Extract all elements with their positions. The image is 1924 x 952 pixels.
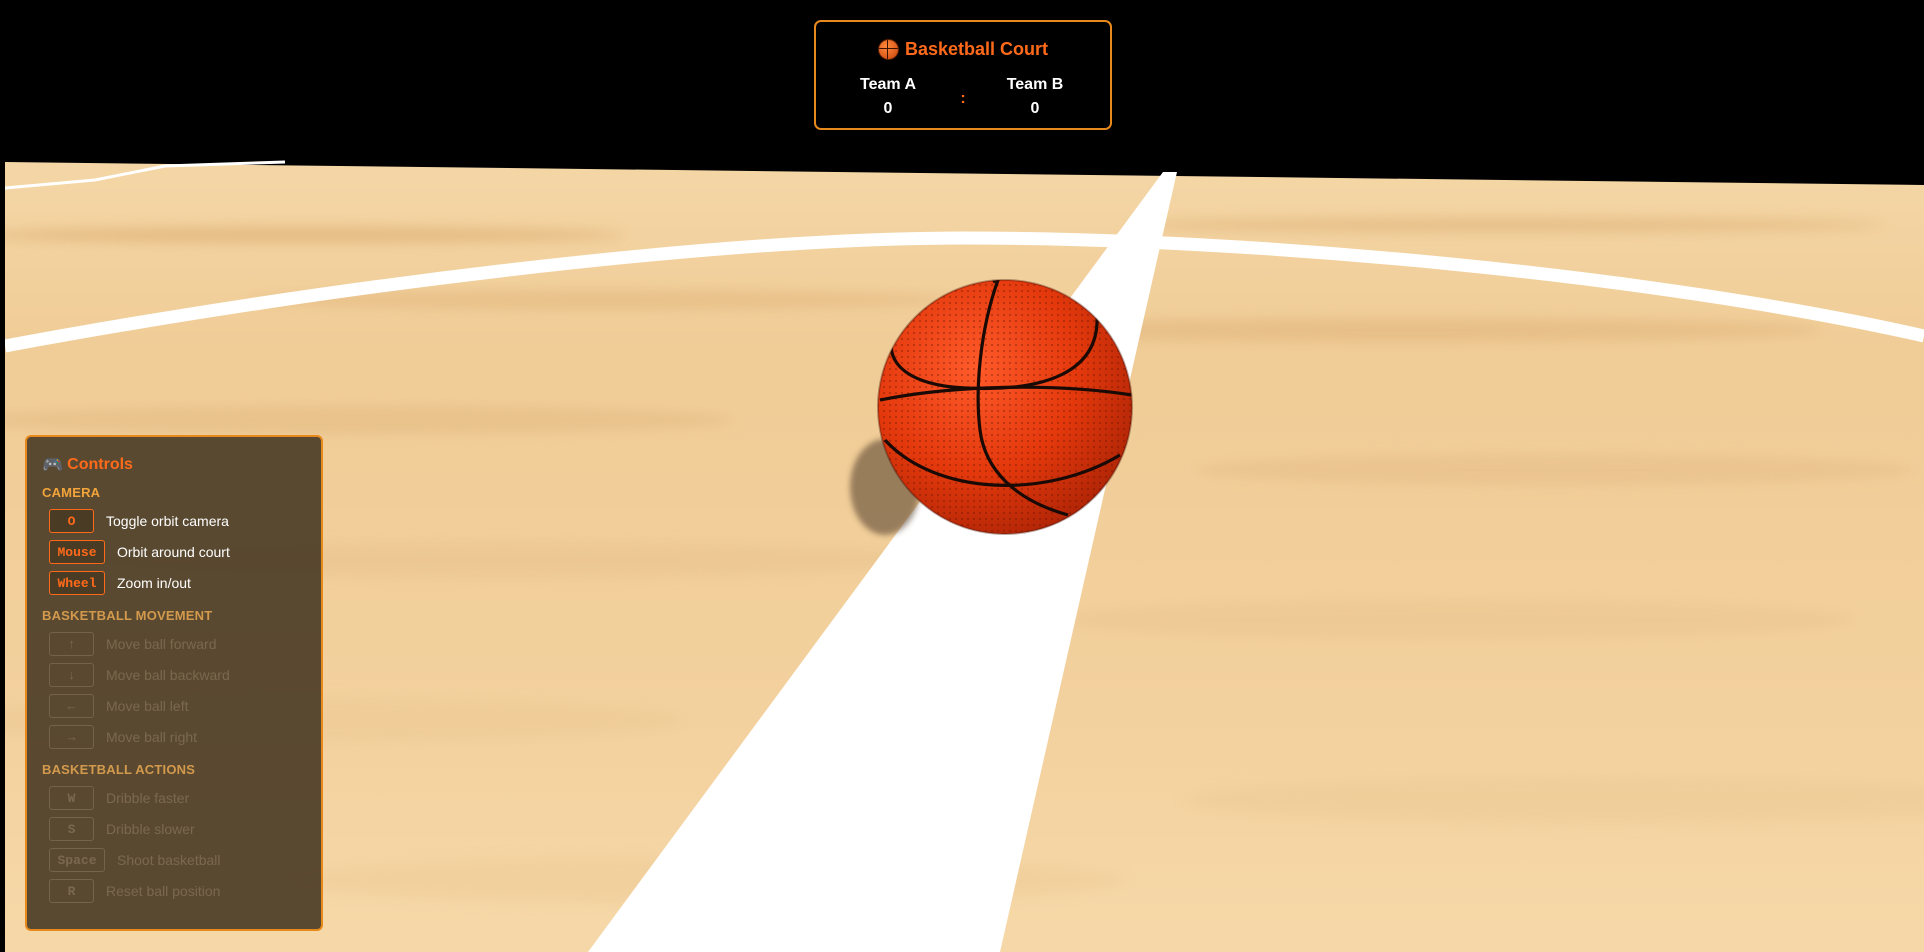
scoreboard-title: Basketball Court [816, 39, 1110, 60]
control-orbit-court: Mouse Orbit around court [49, 540, 230, 564]
control-label: Move ball right [106, 729, 198, 745]
gamepad-icon: 🎮 [42, 455, 64, 474]
control-dribble-faster: W Dribble faster [49, 786, 189, 810]
control-label: Shoot basketball [117, 852, 221, 868]
key-arrow-down: ↓ [49, 663, 94, 687]
controls-panel: 🎮 Controls CAMERA O Toggle orbit camera … [25, 435, 323, 931]
control-label: Dribble slower [106, 821, 195, 837]
team-b: Team B 0 [990, 76, 1080, 118]
control-label: Dribble faster [106, 790, 190, 806]
team-b-name: Team B [1006, 76, 1064, 93]
control-toggle-orbit: O Toggle orbit camera [49, 509, 229, 533]
team-a: Team A 0 [843, 76, 933, 118]
key-w: W [49, 786, 94, 810]
key-s: S [49, 817, 94, 841]
score-separator: : [960, 90, 966, 107]
basketball[interactable] [877, 278, 1133, 535]
control-move-right: → Move ball right [49, 725, 197, 749]
control-label: Reset ball position [106, 883, 221, 899]
section-actions: BASKETBALL ACTIONS [42, 762, 196, 777]
control-reset: R Reset ball position [49, 879, 220, 903]
control-label: Zoom in/out [117, 575, 191, 591]
control-label: Move ball forward [106, 636, 217, 652]
controls-title-text: Controls [67, 456, 133, 473]
control-move-left: ← Move ball left [49, 694, 188, 718]
section-movement: BASKETBALL MOVEMENT [42, 608, 213, 623]
team-a-score: 0 [883, 100, 893, 117]
key-mouse: Mouse [49, 540, 105, 564]
basketball-icon [877, 39, 899, 60]
control-move-forward: ↑ Move ball forward [49, 632, 217, 656]
score-row: Team A 0 : Team B 0 [816, 76, 1110, 120]
key-o: O [49, 509, 94, 533]
control-label: Move ball left [106, 698, 189, 714]
scoreboard-title-text: Basketball Court [904, 39, 1049, 59]
control-label: Move ball backward [106, 667, 230, 683]
key-arrow-up: ↑ [49, 632, 94, 656]
key-space: Space [49, 848, 105, 872]
key-arrow-left: ← [49, 694, 94, 718]
controls-title: 🎮 Controls [42, 455, 133, 475]
section-camera: CAMERA [42, 485, 101, 500]
control-zoom: Wheel Zoom in/out [49, 571, 191, 595]
key-arrow-right: → [49, 725, 94, 749]
scoreboard: Basketball Court Team A 0 : Team B 0 [814, 20, 1112, 130]
key-r: R [49, 879, 94, 903]
team-b-score: 0 [1030, 100, 1040, 117]
key-wheel: Wheel [49, 571, 105, 595]
control-dribble-slower: S Dribble slower [49, 817, 195, 841]
control-label: Toggle orbit camera [106, 513, 229, 529]
team-a-name: Team A [859, 76, 916, 93]
control-move-backward: ↓ Move ball backward [49, 663, 230, 687]
control-shoot: Space Shoot basketball [49, 848, 221, 872]
control-label: Orbit around court [117, 544, 230, 560]
